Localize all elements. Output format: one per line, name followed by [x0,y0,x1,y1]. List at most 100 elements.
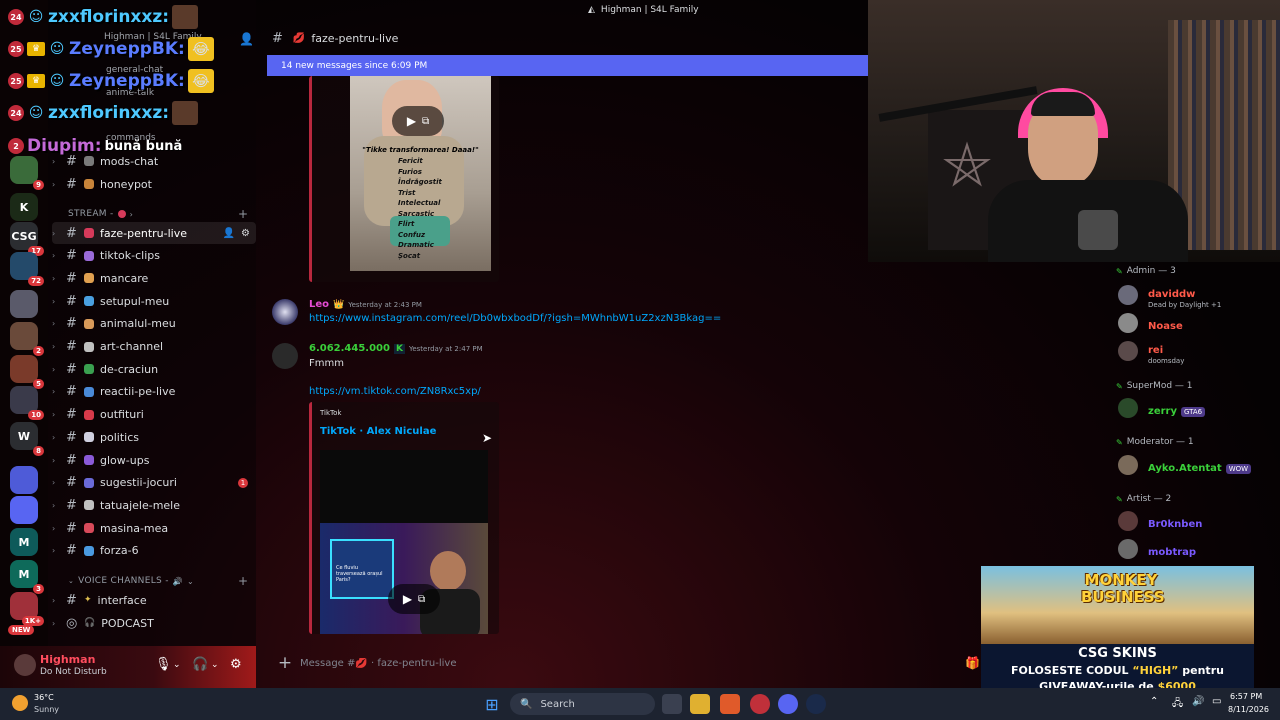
chevron-right-icon: › [52,319,56,329]
voice-channel-item[interactable]: › ◎ 🎧 PODCAST [52,612,256,634]
server-icon[interactable]: 72 [10,252,44,286]
crown-icon: ♛ [27,74,45,88]
member-item[interactable]: mobtrap [1118,537,1196,561]
channel-item[interactable]: › # reactii-pe-live [52,381,256,403]
tray-battery-icon[interactable]: ▭ [1212,696,1221,707]
attach-plus-icon[interactable]: + [270,653,300,673]
channel-item[interactable]: › # setupul-meu [52,290,256,312]
opera-icon[interactable] [750,694,770,714]
invite-icon[interactable]: 👤 [223,228,235,239]
message-input[interactable] [300,657,940,669]
microphone-icon[interactable]: 🎙 [155,657,172,672]
server-icon[interactable]: M3 [10,560,44,594]
member-item[interactable]: daviddw Dead by Daylight +1 [1118,283,1221,309]
channel-emoji-icon [84,409,94,420]
channel-item[interactable]: › # glow-ups [52,449,256,471]
file-explorer-icon[interactable] [690,694,710,714]
gift-icon[interactable]: 🎁 [965,656,980,670]
video-caption-line: Confuz [398,230,426,239]
server-icon[interactable]: 1K+ [10,592,44,626]
channel-item[interactable]: › # sugestii-jocuri 1 [52,472,256,494]
member-item[interactable]: Ayko.Atentat WOW [1118,453,1252,477]
video-play-button[interactable]: ▶ ⧉ [388,584,440,614]
server-badge: 3 [33,584,44,594]
server-icon[interactable]: 10 [10,386,44,420]
member-item[interactable]: Noase [1118,311,1183,335]
chevron-down-icon[interactable]: ⌄ [211,660,219,670]
weather-icon[interactable] [12,695,28,711]
server-icon[interactable]: W8 [10,422,44,456]
channel-item[interactable]: › # outfituri [52,404,256,426]
server-icon[interactable] [10,290,38,318]
channel-item[interactable]: › # forza-6 [52,540,256,562]
channel-item[interactable]: › # de-craciun [52,358,256,380]
server-icon[interactable]: 2 [10,322,44,356]
headphones-icon[interactable]: 🎧 [192,657,208,672]
channel-item[interactable]: › # tatuajele-mele [52,494,256,516]
channel-item[interactable]: › # politics [52,426,256,448]
category-voice[interactable]: ⌄ VOICE CHANNELS - 🔊 ⌄ [68,576,194,586]
member-item[interactable]: zerry GTA6 [1118,396,1206,420]
message-author[interactable]: Leo [309,299,329,310]
embed-video-thumbnail[interactable]: Ce fluviu traversează orașul Paris? [320,523,488,634]
settings-gear-icon[interactable]: ⚙ [230,657,242,672]
add-member-icon[interactable]: 👤 [239,32,254,46]
add-voice-channel-button[interactable]: + [238,574,248,588]
server-icon[interactable] [10,466,38,494]
video-play-button[interactable]: ▶ ⧉ [392,106,444,136]
level-badge: 2 [8,138,24,154]
message-link[interactable]: https://vm.tiktok.com/ZN8Rxc5xp/ [309,386,481,397]
member-activity: doomsday [1148,356,1185,365]
chevron-down-icon[interactable]: ⌄ [173,660,181,670]
channel-item[interactable]: › # mancare [52,267,256,289]
server-icon[interactable]: 5 [10,355,44,389]
channel-emoji-icon [84,318,94,329]
channel-item[interactable]: › # tiktok-clips [52,245,256,267]
message-avatar[interactable] [272,299,298,325]
channel-item[interactable]: › # masina-mea [52,517,256,539]
steam-icon[interactable] [806,694,826,714]
member-item[interactable]: rei doomsday [1118,339,1185,365]
tray-chevron-icon[interactable]: ⌃ [1150,696,1158,707]
new-server-badge[interactable]: NEW [8,625,35,635]
message-author[interactable]: 6.062.445.000 [309,343,390,354]
video-caption-line: Intelectual [398,199,441,207]
weather-desc[interactable]: Sunny [34,705,59,714]
brave-icon[interactable] [720,694,740,714]
channel-item[interactable]: › # faze-pentru-live 👤 ⚙ [52,222,256,244]
settings-gear-icon[interactable]: ⚙ [241,228,250,239]
game-title: MONKEY BUSINESS [1081,571,1165,606]
member-name: mobtrap [1148,546,1197,558]
clock-date[interactable]: 8/11/2026 [1228,705,1269,714]
tray-speaker-icon[interactable]: 🔊 [1192,696,1204,707]
server-icon[interactable] [10,496,38,524]
new-messages-bar[interactable]: 14 new messages since 6:09 PM [267,55,868,76]
message-link[interactable]: https://www.instagram.com/reel/Db0wbxbod… [309,313,721,324]
taskbar-search[interactable]: 🔍 Search [510,693,655,715]
embed-video-top[interactable] [320,450,488,523]
member-avatar [1118,313,1138,333]
clock-time[interactable]: 6:57 PM [1230,692,1262,701]
member-item[interactable]: Br0knben [1118,509,1202,533]
server-icon[interactable]: K [10,193,38,221]
member-tag: WOW [1225,463,1252,474]
windows-start-icon[interactable]: ⊞ [482,694,502,714]
user-avatar[interactable] [14,654,36,676]
category-stream[interactable]: STREAM - › [68,209,133,219]
voice-channel-item[interactable]: › # ✦ interface [52,589,256,611]
tray-network-icon[interactable]: 🖧 [1172,696,1183,713]
server-icon[interactable]: CSG 17 [10,222,44,256]
task-view-icon[interactable] [662,694,682,714]
add-channel-button[interactable]: + [238,207,248,221]
channel-name: forza-6 [100,544,139,558]
channel-item[interactable]: › # honeypot [52,173,256,195]
discord-icon[interactable] [778,694,798,714]
embed-title[interactable]: TikTok · Alex Niculae [320,426,436,437]
channel-item[interactable]: › # art-channel [52,336,256,358]
server-icon[interactable]: M [10,528,38,556]
channel-item[interactable]: › # animalul-meu [52,313,256,335]
server-icon[interactable]: 9 [10,156,44,190]
weather-temp[interactable]: 36°C [34,693,54,702]
member-info: zerry GTA6 [1148,399,1206,418]
message-avatar[interactable] [272,343,298,369]
